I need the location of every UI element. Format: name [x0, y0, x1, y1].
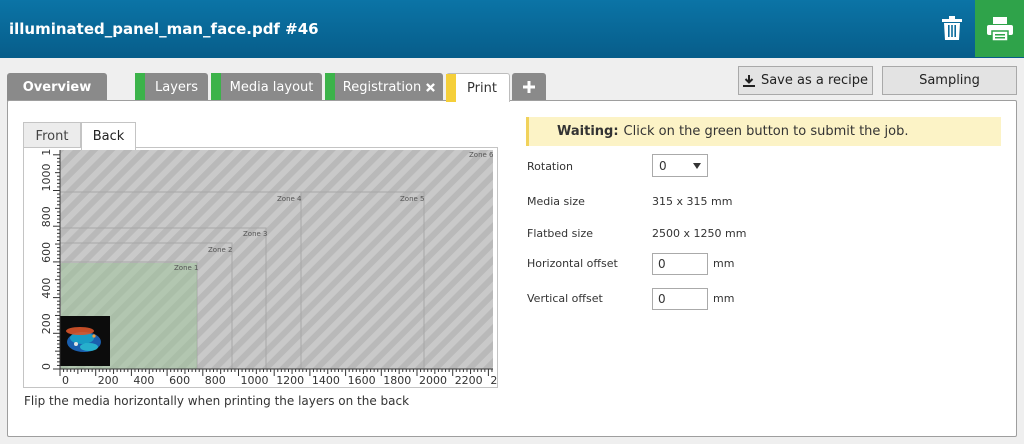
tab-label: Media layout [229, 79, 314, 95]
x-ruler-label: 800 [205, 374, 226, 387]
status-message: Click on the green button to submit the … [623, 124, 909, 139]
flip-media-note: Flip the media horizontally when printin… [24, 394, 410, 408]
status-banner: Waiting: Click on the green button to su… [526, 117, 1001, 146]
x-ruler-label: 24 [490, 374, 497, 387]
tab-status-complete [135, 73, 145, 101]
zone-3-label: Zone 3 [243, 230, 268, 238]
flatbed-size-label: Flatbed size [527, 227, 593, 240]
tab-layers[interactable]: Layers [135, 73, 208, 101]
tab-media-layout[interactable]: Media layout [211, 73, 322, 101]
horizontal-offset-label: Horizontal offset [527, 257, 618, 270]
caret-down-icon [693, 162, 701, 169]
zone-5-label: Zone 5 [400, 195, 425, 203]
rotation-select[interactable]: 0 [652, 154, 708, 177]
media-size-value: 315 x 315 mm [652, 195, 733, 208]
zone-6-label: Zone 6 [469, 151, 494, 159]
media-size-label: Media size [527, 195, 585, 208]
app-header: illuminated_panel_man_face.pdf #46 [0, 0, 1024, 58]
flatbed-size-value: 2500 x 1250 mm [652, 227, 747, 240]
x-ruler-label: 600 [169, 374, 190, 387]
vertical-offset-label: Vertical offset [527, 292, 603, 305]
printer-icon [986, 16, 1013, 41]
x-ruler-label: 1600 [348, 374, 376, 387]
tab-status-current [446, 74, 456, 102]
vertical-offset-input[interactable] [652, 288, 708, 310]
x-icon [426, 82, 436, 92]
zone-1-label: Zone 1 [174, 264, 199, 272]
x-ruler-label: 1200 [276, 374, 304, 387]
zone-4-label: Zone 4 [277, 195, 302, 203]
trash-icon [942, 16, 962, 40]
rotation-label: Rotation [527, 160, 574, 173]
delete-button[interactable] [932, 11, 972, 45]
x-ruler-label: 0 [62, 374, 69, 387]
tab-label: Registration [342, 79, 422, 95]
status-label: Waiting: [557, 124, 619, 139]
vertical-offset-unit: mm [713, 292, 735, 305]
y-ruler-label: 1200 [40, 148, 53, 156]
y-ruler-label: 600 [40, 242, 53, 263]
x-ruler-label: 1800 [383, 374, 411, 387]
y-ruler-label: 0 [40, 363, 53, 370]
tab-registration[interactable]: Registration [325, 73, 443, 101]
rotation-value: 0 [659, 158, 667, 173]
zone-2-label: Zone 2 [208, 246, 233, 254]
horizontal-offset-unit: mm [713, 257, 735, 270]
tab-label: Layers [154, 79, 199, 95]
save-recipe-label: Save as a recipe [760, 73, 869, 88]
download-icon [742, 74, 755, 87]
tab-back[interactable]: Back [81, 122, 136, 150]
sampling-button[interactable]: Sampling [882, 66, 1017, 95]
add-tab-button[interactable] [512, 73, 546, 101]
plus-icon [523, 81, 535, 93]
y-ruler-label: 400 [40, 278, 53, 299]
tab-front[interactable]: Front [23, 122, 81, 149]
y-ruler-label: 200 [40, 313, 53, 334]
x-ruler-label: 2000 [419, 374, 447, 387]
tab-status-complete [211, 73, 221, 101]
y-ruler-label: 800 [40, 206, 53, 227]
x-ruler-label: 1400 [312, 374, 340, 387]
horizontal-offset-input[interactable] [652, 253, 708, 275]
tab-status-complete [325, 73, 335, 101]
x-ruler-label: 1000 [241, 374, 269, 387]
print-button[interactable] [975, 0, 1024, 57]
x-ruler-label: 400 [133, 374, 154, 387]
x-ruler-label: 2200 [455, 374, 483, 387]
tab-label: Print [467, 80, 497, 96]
document-title: illuminated_panel_man_face.pdf #46 [9, 20, 319, 38]
flatbed-preview[interactable]: Zone 1 Zone 2 Zone 3 Zone 4 Zone 5 Zone … [23, 147, 498, 388]
tab-overview[interactable]: Overview [7, 73, 107, 101]
y-ruler-label: 1000 [40, 164, 53, 192]
tab-print[interactable]: Print [446, 73, 510, 102]
save-recipe-button[interactable]: Save as a recipe [738, 66, 873, 95]
x-ruler-label: 200 [98, 374, 119, 387]
